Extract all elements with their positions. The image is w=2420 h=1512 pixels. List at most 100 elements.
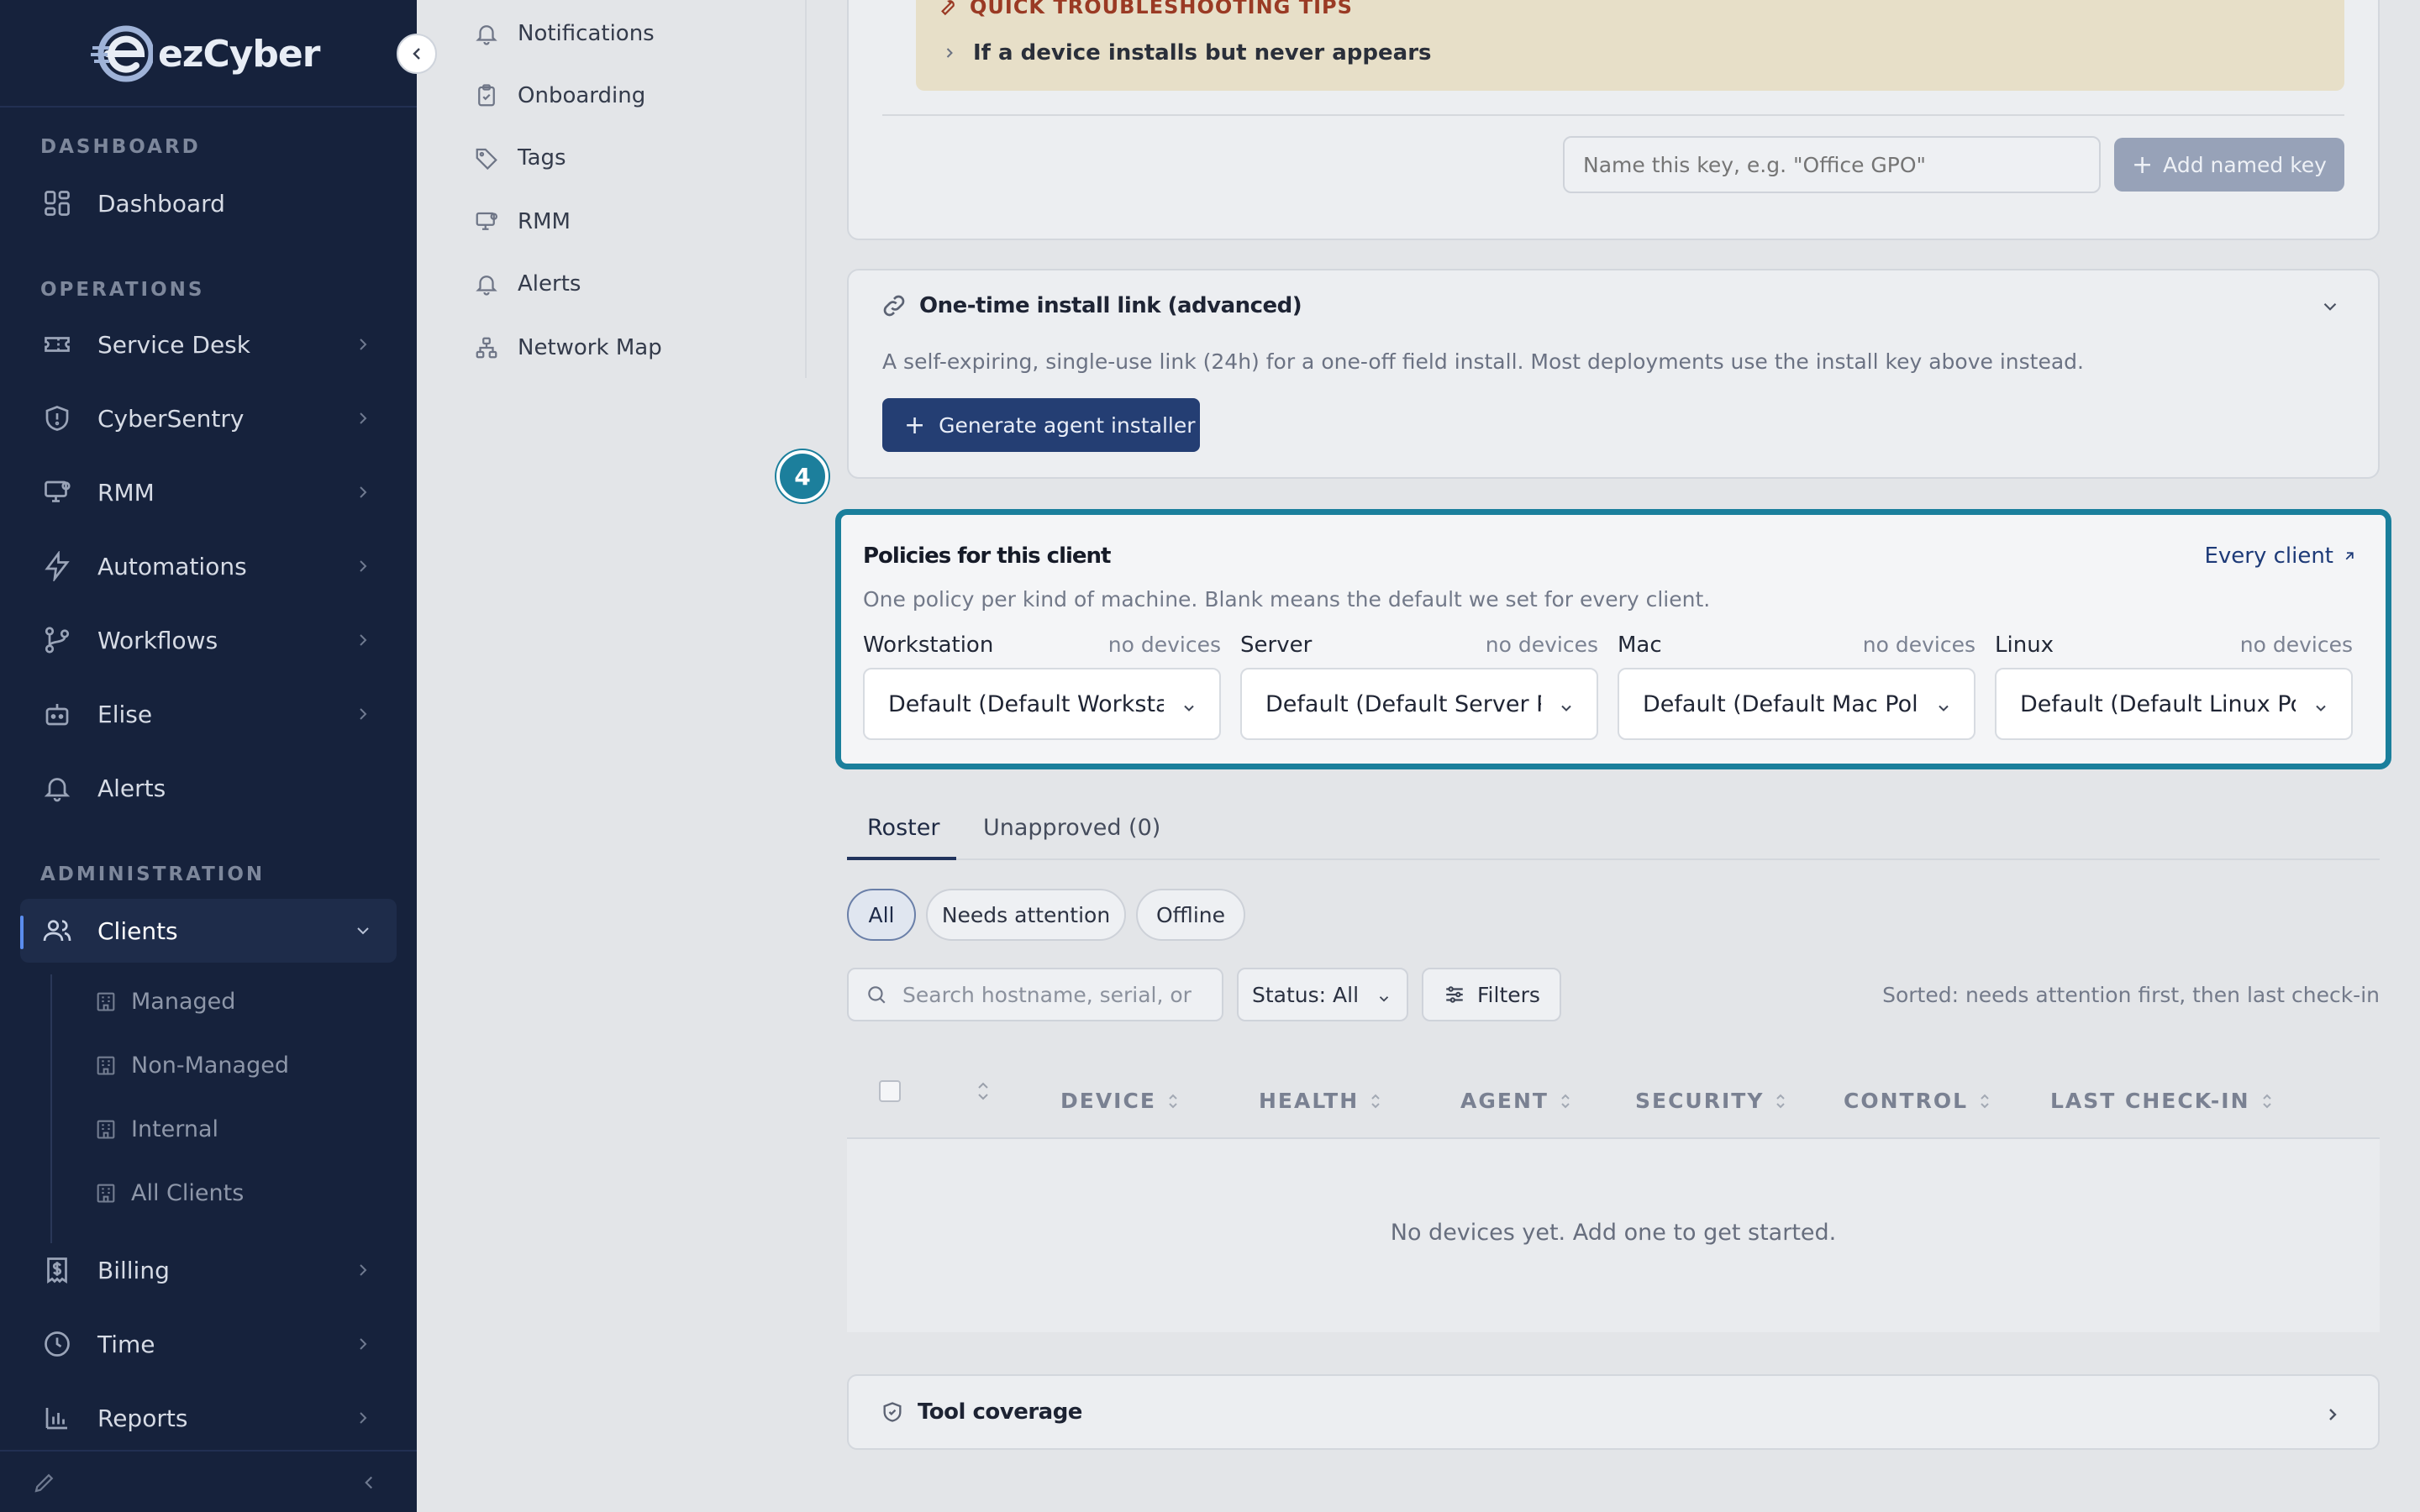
search-placeholder: Search hostname, serial, or	[902, 982, 1192, 1007]
active-tab-indicator	[847, 857, 956, 860]
sidebar-subitem-internal[interactable]: Internal	[94, 1104, 218, 1154]
subnav-item-tags[interactable]: Tags	[472, 133, 566, 183]
column-header-agent[interactable]: AGENT	[1460, 1089, 1572, 1113]
search-icon	[868, 986, 886, 1004]
sidebar-item-reports[interactable]: Reports	[20, 1386, 397, 1450]
server-policy-select[interactable]: Default (Default Server Policy)	[1240, 668, 1598, 740]
active-indicator	[20, 916, 24, 949]
every-client-link[interactable]: Every client	[2204, 543, 2357, 569]
subnav-item-network-map[interactable]: Network Map	[472, 323, 662, 373]
policy-kind: Linux	[1995, 633, 2054, 658]
sidebar-subitem-managed[interactable]: Managed	[94, 976, 235, 1026]
section-label-administration: ADMINISTRATION	[40, 864, 266, 885]
column-header-health[interactable]: HEALTH	[1259, 1089, 1382, 1113]
sidebar-item-workflows[interactable]: Workflows	[20, 608, 397, 672]
device-search-input[interactable]: Search hostname, serial, or	[847, 968, 1223, 1021]
sort-icon[interactable]	[975, 1080, 992, 1102]
collapse-left-icon[interactable]	[358, 1472, 380, 1494]
sidebar-item-label: Service Desk	[97, 330, 250, 359]
subnav-item-label: Network Map	[518, 335, 662, 360]
sidebar-collapse-button[interactable]	[397, 34, 437, 74]
pencil-icon[interactable]	[32, 1470, 57, 1495]
chevron-right-icon	[360, 708, 367, 720]
column-header-label: DEVICE	[1060, 1089, 1156, 1113]
tips-title-text: QUICK TROUBLESHOOTING TIPS	[970, 0, 1353, 18]
status-select[interactable]: Status: All	[1237, 968, 1408, 1021]
policy-column-mac: Mac no devices Default (Default Mac Polic…	[1618, 633, 1975, 740]
sort-icon	[1561, 1094, 1570, 1108]
sidebar-subitem-all-clients[interactable]: All Clients	[94, 1168, 244, 1218]
chevron-down-icon	[1939, 705, 1949, 711]
sidebar-item-time[interactable]: Time	[20, 1312, 397, 1376]
named-key-input[interactable]	[1563, 136, 2101, 193]
sidebar-item-label: Reports	[97, 1404, 188, 1432]
column-header-security[interactable]: SECURITY	[1635, 1089, 1787, 1113]
chevron-right-icon	[360, 634, 367, 646]
sidebar-item-automations[interactable]: Automations	[20, 534, 397, 598]
subnav-item-label: Tags	[518, 145, 566, 171]
chevron-down-icon[interactable]	[2319, 296, 2341, 318]
subnav-item-rmm[interactable]: RMM	[472, 197, 571, 247]
install-link-description: A self-expiring, single-use link (24h) f…	[882, 349, 2084, 374]
sidebar-item-label: Alerts	[97, 774, 166, 802]
select-all-checkbox[interactable]	[879, 1080, 901, 1102]
receipt-icon	[40, 1253, 74, 1287]
section-label-dashboard: DASHBOARD	[40, 136, 201, 158]
policies-title: Policies for this client	[863, 543, 1111, 569]
sidebar-item-elise[interactable]: Elise	[20, 682, 397, 746]
workstation-policy-select[interactable]: Default (Default Workstation Policy)	[863, 668, 1221, 740]
shield-check-icon	[883, 1402, 902, 1422]
mac-policy-select[interactable]: Default (Default Mac Policy)	[1618, 668, 1975, 740]
sliders-icon	[1446, 986, 1463, 1003]
monitor-gear-icon	[472, 209, 501, 234]
generate-agent-installer-label: Generate agent installer	[939, 412, 1196, 438]
chevron-right-icon	[360, 486, 367, 498]
sidebar-item-rmm[interactable]: RMM	[20, 460, 397, 524]
column-header-device[interactable]: DEVICE	[1060, 1089, 1180, 1113]
sidebar-item-dashboard[interactable]: Dashboard	[20, 171, 397, 235]
sidebar-item-cybersentry[interactable]: CyberSentry	[20, 386, 397, 450]
subnav-item-notifications[interactable]: Notifications	[472, 8, 655, 59]
sidebar-item-label: Clients	[97, 916, 178, 945]
tool-coverage-card[interactable]: Tool coverage	[847, 1374, 2380, 1450]
bell-icon	[472, 21, 501, 46]
monitor-gear-icon	[40, 475, 74, 509]
tips-title: QUICK TROUBLESHOOTING TIPS	[936, 0, 1353, 23]
tab-roster[interactable]: Roster	[867, 815, 939, 841]
tips-row[interactable]: If a device installs but never appears	[941, 40, 1432, 66]
tips-row-text: If a device installs but never appears	[973, 40, 1432, 66]
plus-icon: +	[904, 410, 926, 440]
sidebar-item-service-desk[interactable]: Service Desk	[20, 312, 397, 376]
policy-kind: Server	[1240, 633, 1313, 658]
column-header-control[interactable]: CONTROL	[1844, 1089, 1991, 1113]
column-header-last-check-in[interactable]: LAST CHECK-IN	[2050, 1089, 2274, 1113]
subnav-item-alerts[interactable]: Alerts	[472, 259, 581, 309]
generate-agent-installer-button[interactable]: + Generate agent installer	[882, 398, 1200, 452]
filter-pill-offline[interactable]: Offline	[1136, 889, 1245, 941]
install-link-title: One-time install link (advanced)	[919, 293, 1302, 318]
filters-button[interactable]: Filters	[1422, 968, 1561, 1021]
chevron-down-icon	[2316, 705, 2326, 711]
building-icon	[94, 1053, 118, 1077]
bell-icon	[40, 771, 74, 805]
chevron-down-icon	[357, 927, 369, 935]
sidebar-item-alerts[interactable]: Alerts	[20, 756, 397, 820]
sidebar-item-clients[interactable]: Clients	[20, 899, 397, 963]
brand-logo[interactable]: ezCyber	[91, 20, 320, 87]
filter-pill-needs-attention[interactable]: Needs attention	[926, 889, 1126, 941]
building-icon	[94, 1181, 118, 1205]
sidebar-item-billing[interactable]: Billing	[20, 1238, 397, 1302]
users-icon	[40, 914, 74, 948]
sidebar-subitem-non-managed[interactable]: Non-Managed	[94, 1040, 289, 1090]
chevron-right-icon	[360, 1264, 367, 1276]
linux-policy-select[interactable]: Default (Default Linux Policy)	[1995, 668, 2353, 740]
add-named-key-button[interactable]: + Add named key	[2114, 138, 2344, 192]
subnav-item-onboarding[interactable]: Onboarding	[472, 71, 645, 121]
policies-card: Policies for this client One policy per …	[835, 509, 2391, 769]
policy-device-count: no devices	[1862, 633, 1975, 657]
brand-name: ezCyber	[158, 32, 320, 76]
tab-unapproved[interactable]: Unapproved (0)	[983, 815, 1160, 841]
filter-pill-all[interactable]: All	[847, 889, 916, 941]
install-link-header[interactable]: One-time install link (advanced)	[881, 292, 1302, 319]
chevron-right-icon	[360, 1338, 367, 1350]
